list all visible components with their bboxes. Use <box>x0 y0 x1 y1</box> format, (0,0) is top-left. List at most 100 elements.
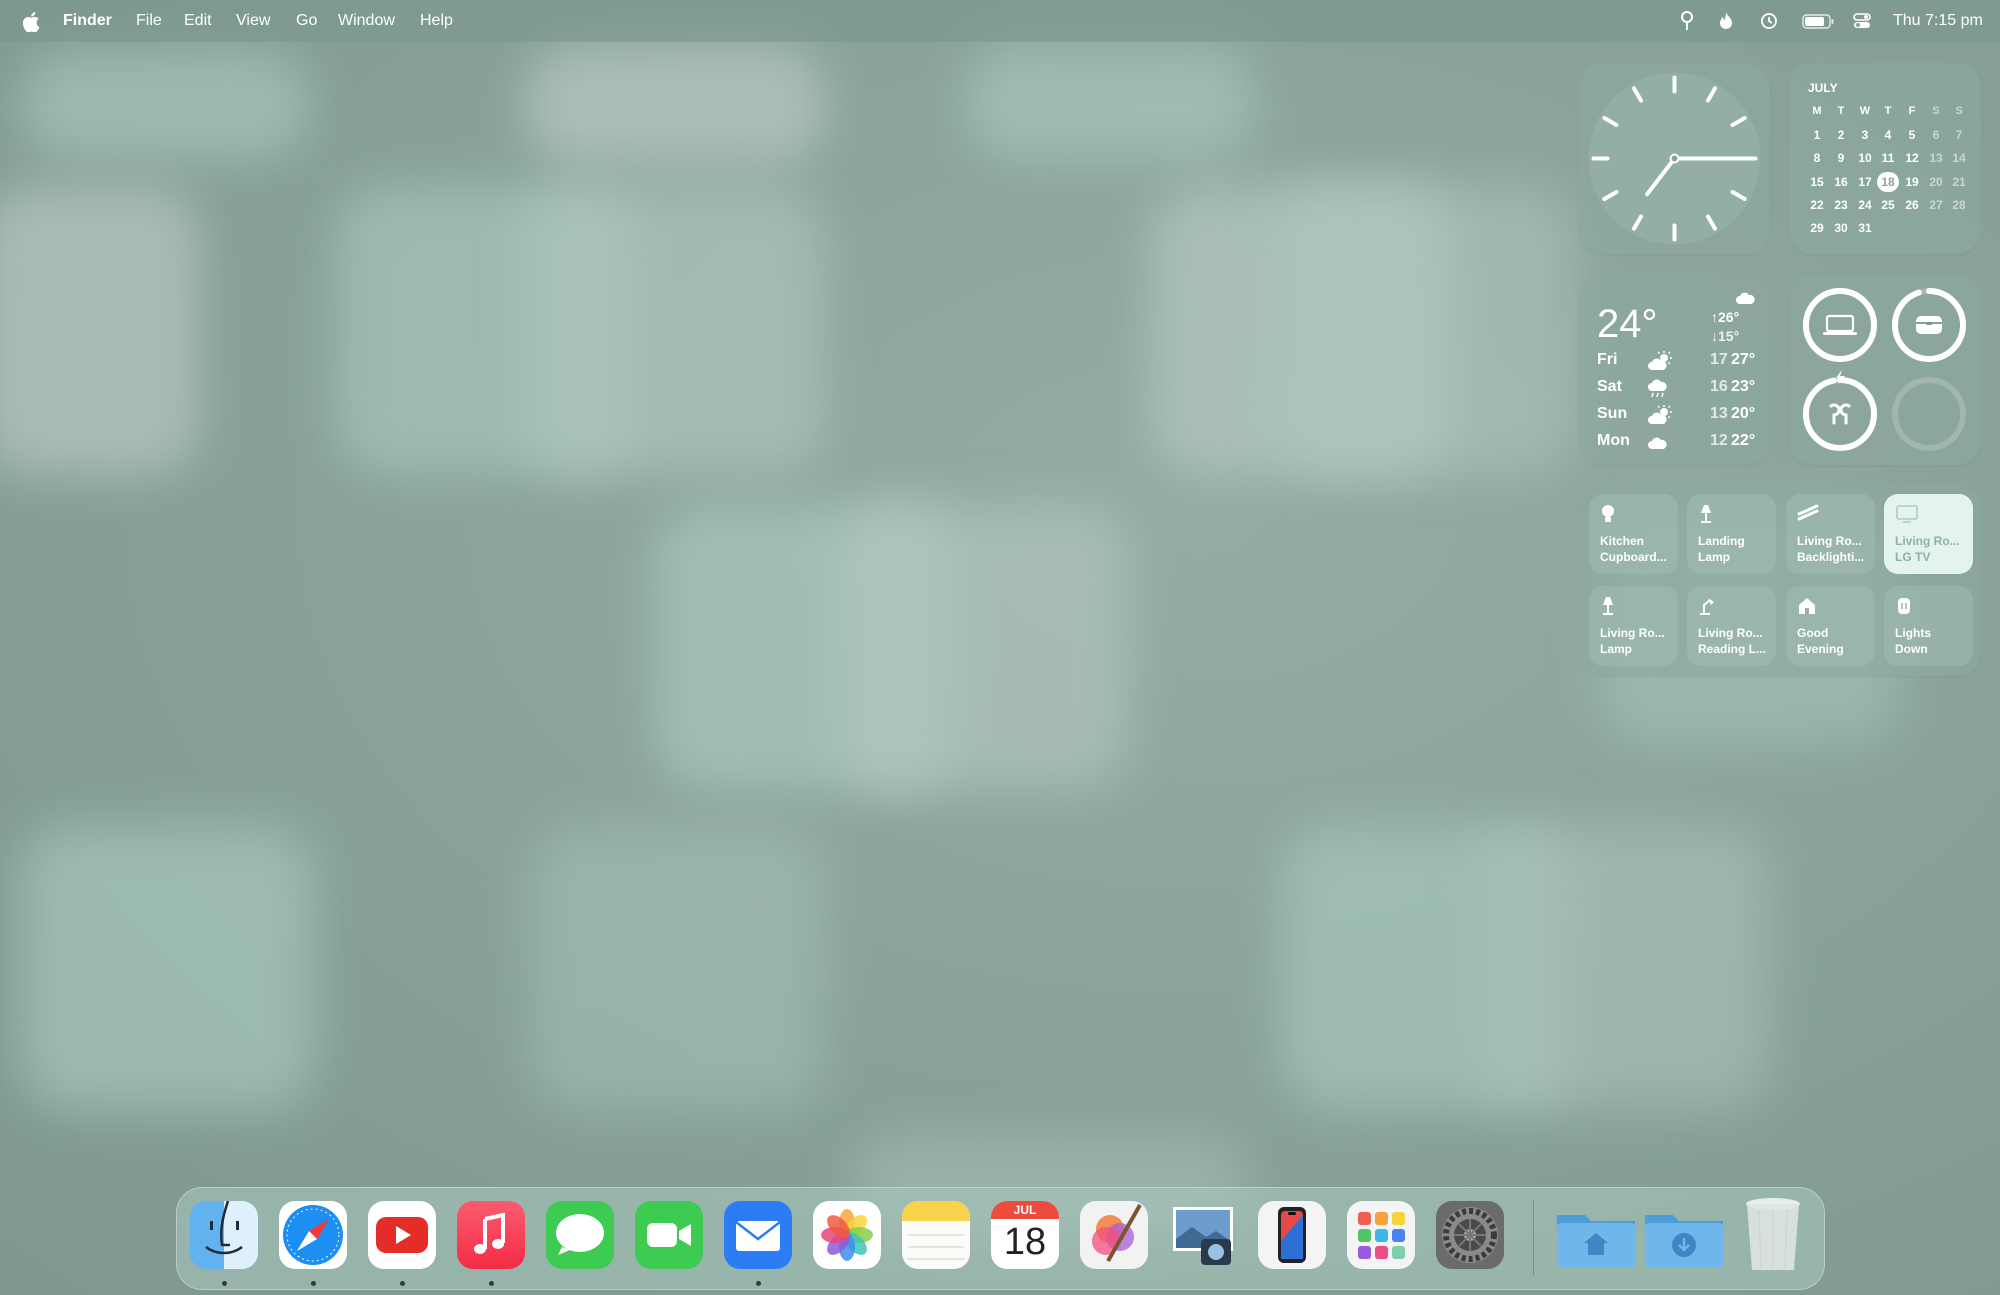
menu-window[interactable]: Window <box>338 12 395 30</box>
downloads-folder[interactable] <box>1643 1201 1725 1269</box>
calendar-day[interactable]: 21 <box>1948 175 1970 189</box>
home-accessory-tile[interactable]: Living Ro... Backlighti... <box>1786 494 1875 574</box>
home-accessory-tile[interactable]: Living Ro... Reading L... <box>1687 586 1776 666</box>
control-center-icon[interactable] <box>1853 13 1871 29</box>
trash[interactable] <box>1743 1196 1803 1274</box>
calendar-day[interactable]: 15 <box>1806 175 1828 189</box>
calendar-day[interactable]: 3 <box>1854 128 1876 142</box>
battery-rings <box>1803 288 1966 451</box>
low-temperature: 15° <box>1718 328 1740 344</box>
calendar-day[interactable]: 20 <box>1925 175 1947 189</box>
home-widget[interactable]: Kitchen Cupboard... Landing Lamp Living Ro… <box>1579 485 1981 676</box>
dock: JUL 18 <box>176 1187 1825 1290</box>
home-accessory-tile[interactable]: Living Ro... LG TV <box>1884 494 1973 574</box>
home-accessory-tile[interactable]: Good Evening <box>1786 586 1875 666</box>
calendar-widget[interactable]: JULY M T W T F S S 1 2 3 4 5 6 7 8 9 10 11 12 13 14 15 16 17 18 1… <box>1789 63 1981 254</box>
tile-label-line1: Landing <box>1698 534 1745 548</box>
menu-edit[interactable]: Edit <box>184 12 212 30</box>
calendar-day[interactable]: 2 <box>1830 128 1852 142</box>
preview-app[interactable] <box>1169 1201 1237 1269</box>
calendar-day[interactable]: 1 <box>1806 128 1828 142</box>
photos-app[interactable] <box>813 1201 881 1269</box>
forecast-day: Mon <box>1597 432 1630 449</box>
forecast-day: Fri <box>1597 351 1618 368</box>
calendar-day[interactable]: 31 <box>1854 221 1876 235</box>
finder-app[interactable] <box>190 1201 258 1269</box>
calendar-day[interactable]: 11 <box>1877 151 1899 165</box>
calendar-day[interactable]: 29 <box>1806 221 1828 235</box>
forecast-low: 16 <box>1710 378 1728 395</box>
calendar-day[interactable]: 28 <box>1948 198 1970 212</box>
lamp-icon <box>1698 504 1714 529</box>
messages-app[interactable] <box>546 1201 614 1269</box>
facetime-app[interactable] <box>635 1201 703 1269</box>
current-temperature: 24° <box>1597 302 1658 346</box>
youtube-app[interactable] <box>368 1201 436 1269</box>
calendar-app[interactable]: JUL 18 <box>991 1201 1059 1269</box>
calendar-day[interactable]: 19 <box>1901 175 1923 189</box>
calendar-day[interactable]: 25 <box>1877 198 1899 212</box>
analog-clock <box>1588 72 1761 245</box>
arrow-up-icon: ↑ <box>1711 309 1718 325</box>
calendar-day[interactable]: 6 <box>1925 128 1947 142</box>
calendar-day[interactable]: 8 <box>1806 151 1828 165</box>
calendar-day[interactable]: 17 <box>1854 175 1876 189</box>
apple-menu-icon[interactable] <box>22 12 40 32</box>
flame-icon[interactable] <box>1718 11 1734 31</box>
menu-file[interactable]: File <box>136 12 162 30</box>
calendar-weekday: W <box>1859 105 1871 117</box>
menu-help[interactable]: Help <box>420 12 453 30</box>
weather-widget[interactable]: 24° ↑26° ↓15° Fri 17 27° Sat 16 23° Sun 13… <box>1579 274 1770 465</box>
tile-label-line1: Living Ro... <box>1600 626 1665 640</box>
calendar-day[interactable]: 7 <box>1948 128 1970 142</box>
menu-view[interactable]: View <box>236 12 270 30</box>
calendar-day[interactable]: 30 <box>1830 221 1852 235</box>
calendar-day[interactable]: 12 <box>1901 151 1923 165</box>
cloud-icon <box>1736 292 1755 304</box>
tile-label: Good Evening <box>1797 625 1844 657</box>
calendar-day[interactable]: 14 <box>1948 151 1970 165</box>
calendar-day[interactable]: 5 <box>1901 128 1923 142</box>
calendar-day[interactable]: 13 <box>1925 151 1947 165</box>
running-indicator <box>399 1281 405 1286</box>
calendar-day[interactable]: 23 <box>1830 198 1852 212</box>
mail-app[interactable] <box>724 1201 792 1269</box>
home-accessory-tile[interactable]: Lights Down <box>1884 586 1973 666</box>
forecast-high: 23° <box>1731 378 1756 395</box>
calendar-day[interactable]: 24 <box>1854 198 1876 212</box>
home-accessory-tile[interactable]: Kitchen Cupboard... <box>1589 494 1678 574</box>
tile-label-line1: Living Ro... <box>1895 534 1960 548</box>
notes-app[interactable] <box>902 1201 970 1269</box>
forecast-row: Mon 12 22° <box>1597 432 1755 457</box>
location-icon[interactable] <box>1680 11 1694 31</box>
system-settings-app[interactable] <box>1436 1201 1504 1269</box>
time-machine-icon[interactable] <box>1760 12 1778 30</box>
cloud-icon <box>1647 432 1673 457</box>
calendar-day[interactable]: 26 <box>1901 198 1923 212</box>
menu-app-name[interactable]: Finder <box>63 12 112 30</box>
calendar-day[interactable]: 4 <box>1877 128 1899 142</box>
battery-icon[interactable] <box>1802 14 1834 29</box>
calendar-day[interactable]: 22 <box>1806 198 1828 212</box>
batteries-widget[interactable] <box>1789 274 1981 465</box>
calendar-day[interactable]: 9 <box>1830 151 1852 165</box>
music-app[interactable] <box>457 1201 525 1269</box>
menu-go[interactable]: Go <box>296 12 317 30</box>
calendar-today[interactable]: 18 <box>1877 171 1899 192</box>
calendar-day[interactable]: 27 <box>1925 198 1947 212</box>
home-folder[interactable] <box>1555 1201 1637 1269</box>
home-accessory-tile[interactable]: Living Ro... Lamp <box>1589 586 1678 666</box>
launchpad-app[interactable] <box>1347 1201 1415 1269</box>
menu-bar-clock[interactable]: Thu 7:15 pm <box>1893 12 1983 30</box>
home-accessory-tile[interactable]: Landing Lamp <box>1687 494 1776 574</box>
pixelmator-app[interactable] <box>1080 1201 1148 1269</box>
tile-label-line2: Down <box>1895 642 1928 656</box>
tile-label: Living Ro... Reading L... <box>1698 625 1766 657</box>
iphone-mirroring-app[interactable] <box>1258 1201 1326 1269</box>
safari-app[interactable] <box>279 1201 347 1269</box>
calendar-day[interactable]: 10 <box>1854 151 1876 165</box>
clock-widget[interactable] <box>1579 63 1770 254</box>
tile-label-line2: Evening <box>1797 642 1844 656</box>
calendar-weekday: S <box>1955 105 1963 117</box>
calendar-day[interactable]: 16 <box>1830 175 1852 189</box>
